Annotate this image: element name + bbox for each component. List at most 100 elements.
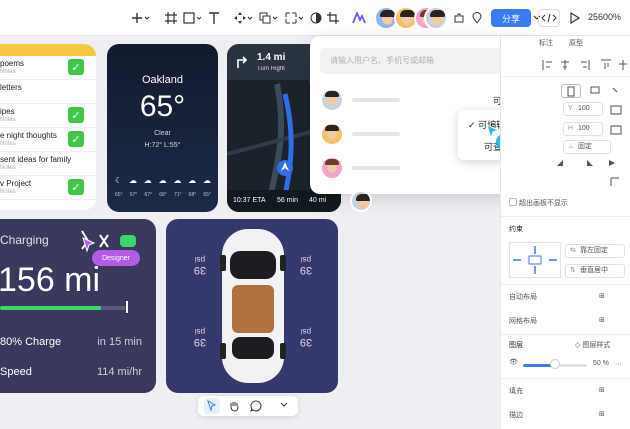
location-pin-icon[interactable] bbox=[470, 9, 484, 27]
member-avatar bbox=[322, 90, 342, 110]
layer-style-select[interactable]: ◇ 图层样式 bbox=[575, 340, 610, 350]
checkbox-checked-icon[interactable]: ✓ bbox=[68, 59, 84, 75]
notes-header-bar bbox=[0, 44, 96, 56]
code-view-icon[interactable] bbox=[538, 9, 560, 27]
zoom-level[interactable]: 25600% bbox=[588, 12, 621, 22]
clip-content-checkbox[interactable]: 超出画板不显示 bbox=[509, 198, 568, 208]
nav-street: Turn Right bbox=[257, 66, 285, 72]
charge-time: in 15 min bbox=[97, 336, 142, 348]
moon-icon: ☾ bbox=[115, 176, 123, 185]
designer-collaborator-badge: Designer bbox=[92, 250, 140, 266]
tire-pressure-card[interactable]: 39 psi 39 psi 39 psi 39 psi bbox=[166, 219, 338, 393]
charge-percent: 80% Charge bbox=[0, 336, 62, 348]
play-icon[interactable] bbox=[568, 9, 582, 27]
contrast-icon[interactable] bbox=[309, 9, 323, 27]
constraints-widget[interactable] bbox=[509, 242, 561, 278]
shape-tool-icon[interactable] bbox=[182, 9, 204, 27]
checkbox-checked-icon[interactable]: ✓ bbox=[68, 179, 84, 195]
auto-layout-title: 自动布局 bbox=[509, 294, 537, 301]
plus-icon bbox=[132, 13, 150, 23]
range-miles: 156 mi bbox=[0, 261, 101, 299]
add-auto-layout-icon[interactable]: ⊞ bbox=[599, 292, 605, 300]
opacity-options-icon[interactable]: ⋯ bbox=[615, 360, 622, 368]
visibility-eye-icon[interactable]: 👁 bbox=[509, 358, 518, 366]
hand-icon bbox=[230, 402, 239, 412]
add-grid-icon[interactable]: ⊞ bbox=[599, 316, 605, 324]
nav-distance: 1.4 mi bbox=[257, 52, 286, 63]
check-icon: ✓ bbox=[468, 120, 476, 130]
weather-hourly-temps: 65° 67° 67° 68° 71° 68° 65° bbox=[115, 192, 211, 198]
crop-icon[interactable] bbox=[326, 9, 340, 27]
checkbox-checked-icon[interactable]: ✓ bbox=[68, 131, 84, 147]
comment-icon bbox=[250, 400, 262, 412]
nav-eta: 10:37 ETA bbox=[233, 197, 266, 204]
notes-card[interactable]: poems Notes ✓ letters ipes Notes ✓ e night t… bbox=[0, 44, 96, 210]
canvas-bottom-toolbar bbox=[198, 396, 298, 416]
opacity-value[interactable]: 50 % bbox=[593, 360, 609, 367]
tire-pressure-rear-left: 39 psi bbox=[193, 327, 207, 348]
member-name-placeholder bbox=[352, 166, 400, 170]
add-menu-button[interactable] bbox=[130, 9, 152, 27]
member-name-placeholder bbox=[352, 98, 400, 102]
cursor-arrow-icon bbox=[207, 400, 217, 412]
frame-tool-icon[interactable] bbox=[164, 9, 178, 27]
charge-target-tick bbox=[126, 301, 128, 313]
plugin-icon[interactable] bbox=[452, 9, 466, 27]
vertical-constraint-select[interactable]: ⇅ 垂直居中 bbox=[565, 264, 625, 278]
collaborator-cursor-avatar bbox=[350, 190, 372, 212]
tire-pressure-front-left: 39 psi bbox=[193, 255, 207, 276]
height-input[interactable]: H 100 bbox=[563, 122, 603, 136]
fill-title: 填充 bbox=[509, 388, 523, 395]
layers-title: 图层 bbox=[509, 342, 523, 349]
properties-panel: 标注 原型 Y 100 H 100 ⊥ 固定 超出画板不显示 约束 ⇆ 靠左固定 ⇅ 垂直… bbox=[500, 36, 630, 429]
cursor-pointer-icon bbox=[82, 237, 96, 253]
mask-tool-icon[interactable] bbox=[284, 9, 306, 27]
note-item[interactable]: letters bbox=[0, 80, 96, 104]
tab-prototype[interactable]: 原型 bbox=[569, 38, 583, 48]
tab-annotations[interactable]: 标注 bbox=[539, 38, 553, 48]
turn-right-icon bbox=[237, 56, 248, 68]
opacity-slider-knob[interactable] bbox=[550, 359, 560, 369]
speed-label: Speed bbox=[0, 366, 32, 378]
fixed-select[interactable]: ⊥ 固定 bbox=[563, 140, 611, 154]
constraint-icons[interactable] bbox=[609, 104, 627, 140]
speed-value: 114 mi/hr bbox=[96, 366, 142, 378]
add-fill-icon[interactable]: ⊞ bbox=[599, 386, 605, 394]
tire-pressure-front-right: 39 psi bbox=[299, 255, 313, 276]
note-item[interactable]: poems Notes ✓ bbox=[0, 56, 96, 80]
hand-tool-button[interactable] bbox=[226, 398, 242, 414]
stroke-title: 描边 bbox=[509, 412, 523, 419]
text-tool-icon[interactable] bbox=[207, 9, 221, 27]
frame-options-icons[interactable] bbox=[587, 84, 627, 98]
more-tools-button[interactable] bbox=[276, 398, 292, 414]
comment-tool-button[interactable] bbox=[248, 398, 264, 414]
share-button[interactable]: 分享 bbox=[491, 9, 531, 27]
note-item[interactable]: ipes Notes ✓ bbox=[0, 104, 96, 128]
tire-pressure-rear-right: 39 psi bbox=[299, 327, 313, 348]
y-position-input[interactable]: Y 100 bbox=[563, 102, 603, 116]
horizontal-constraint-select[interactable]: ⇆ 靠左固定 bbox=[565, 244, 625, 258]
select-tool-button[interactable] bbox=[204, 398, 220, 414]
ai-logo-icon[interactable] bbox=[352, 9, 366, 27]
weather-city: Oakland bbox=[142, 74, 183, 86]
checkbox-checked-icon[interactable]: ✓ bbox=[68, 107, 84, 123]
constraints-title: 约束 bbox=[509, 226, 523, 233]
boolean-tool-icon[interactable] bbox=[258, 9, 280, 27]
chevron-down-icon bbox=[280, 402, 288, 407]
note-item[interactable]: e night thoughts Notes ✓ bbox=[0, 128, 96, 152]
flip-rotate-icons[interactable] bbox=[549, 156, 627, 196]
add-stroke-icon[interactable]: ⊞ bbox=[599, 410, 605, 418]
weather-condition: Clear bbox=[154, 130, 171, 137]
weather-card[interactable]: Oakland 65° Clear H:72° L:55° ☾ ☁ ☁ ☁ ☁ ☁ ☁ 65… bbox=[107, 44, 218, 212]
cloud-icon: ☁ bbox=[143, 176, 152, 185]
share-search-input[interactable]: 请输入用户名、手机号或邮箱 bbox=[320, 48, 502, 74]
charging-card[interactable]: Charging 156 mi 80% Charge in 15 min Spe… bbox=[0, 219, 156, 393]
note-item[interactable]: sent ideas for family Notes bbox=[0, 152, 96, 176]
frame-size-button[interactable] bbox=[561, 84, 581, 98]
note-item[interactable]: v Project Notes ✓ bbox=[0, 176, 96, 200]
cloud-icon: ☁ bbox=[128, 176, 137, 185]
component-tool-icon[interactable] bbox=[233, 9, 255, 27]
cloud-icon: ☁ bbox=[188, 176, 197, 185]
alignment-icons[interactable] bbox=[541, 58, 627, 72]
collaborator-avatar[interactable] bbox=[424, 6, 448, 30]
